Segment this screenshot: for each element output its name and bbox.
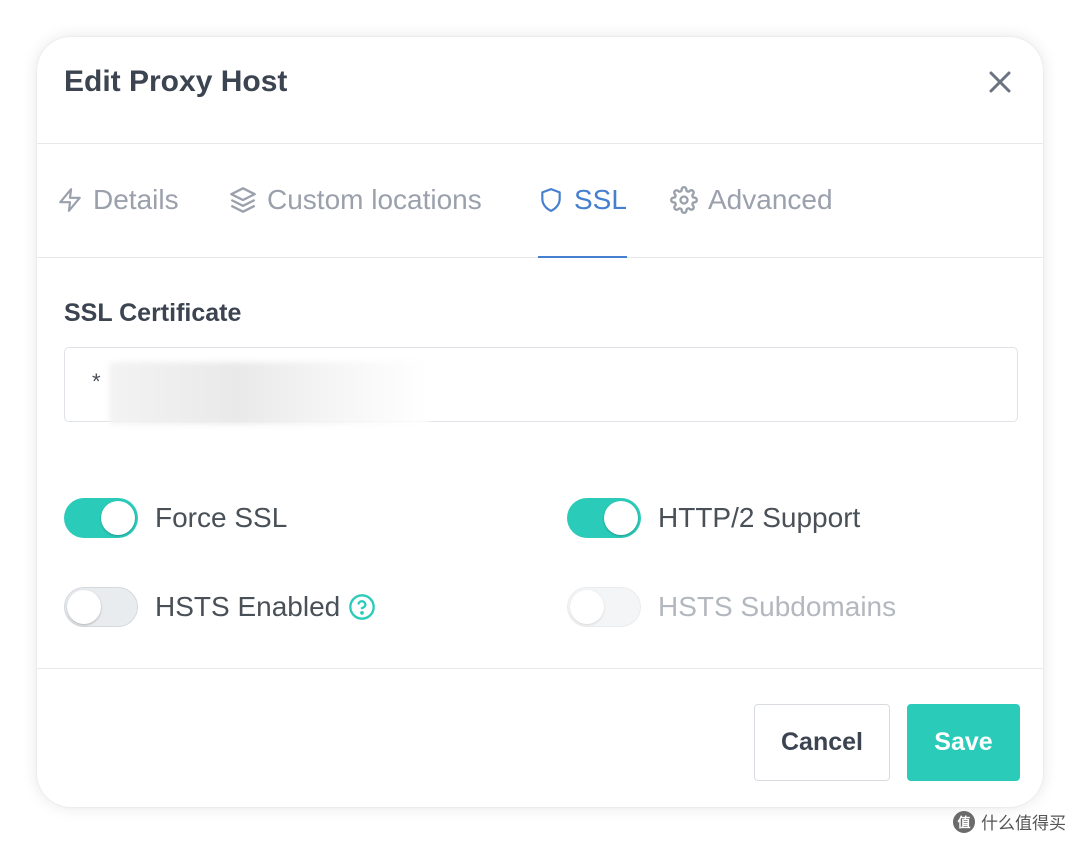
ssl-certificate-value: *	[92, 369, 101, 394]
cancel-button[interactable]: Cancel	[754, 704, 890, 781]
http2-support-label: HTTP/2 Support	[658, 502, 861, 533]
tab-bar: Details Custom locations SSL Advanced	[37, 143, 1043, 258]
hsts-subdomains-label: HSTS Subdomains	[658, 591, 897, 622]
force-ssl-label: Force SSL	[155, 502, 288, 533]
tab-ssl-label: SSL	[574, 184, 627, 215]
ssl-certificate-select[interactable]: *	[64, 347, 1018, 424]
tab-advanced[interactable]: Advanced	[670, 143, 833, 257]
lightning-icon	[59, 188, 81, 212]
close-icon[interactable]	[987, 69, 1013, 95]
tab-custom-locations[interactable]: Custom locations	[229, 143, 482, 257]
tab-details[interactable]: Details	[57, 143, 179, 257]
help-icon[interactable]	[348, 593, 376, 621]
http2-support-row: HTTP/2 Support	[567, 498, 860, 538]
tab-advanced-label: Advanced	[708, 184, 833, 215]
hsts-subdomains-row: HSTS Subdomains	[567, 587, 896, 627]
hsts-enabled-row: HSTS Enabled	[64, 587, 376, 627]
modal-title: Edit Proxy Host	[64, 65, 288, 98]
redacted-area	[109, 362, 429, 424]
gear-icon	[670, 186, 698, 214]
tab-ssl[interactable]: SSL	[538, 143, 627, 258]
hsts-enabled-toggle[interactable]	[64, 587, 138, 627]
modal-header: Edit Proxy Host	[37, 37, 1043, 144]
force-ssl-row: Force SSL	[64, 498, 287, 538]
watermark: 值 什么值得买	[953, 809, 1066, 834]
force-ssl-toggle[interactable]	[64, 498, 138, 538]
hsts-subdomains-toggle	[567, 587, 641, 627]
layers-icon	[230, 187, 256, 213]
save-button[interactable]: Save	[907, 704, 1020, 781]
edit-proxy-host-modal: Edit Proxy Host Details Custom locations…	[37, 37, 1043, 807]
http2-support-toggle[interactable]	[567, 498, 641, 538]
hsts-enabled-label: HSTS Enabled	[155, 591, 341, 622]
tab-details-label: Details	[93, 184, 179, 215]
ssl-certificate-label: SSL Certificate	[64, 299, 242, 327]
tab-custom-locations-label: Custom locations	[267, 184, 482, 215]
shield-icon	[541, 188, 561, 212]
watermark-logo-icon: 值	[953, 810, 975, 833]
modal-footer: Cancel Save	[37, 668, 1043, 807]
watermark-text: 什么值得买	[981, 814, 1066, 833]
